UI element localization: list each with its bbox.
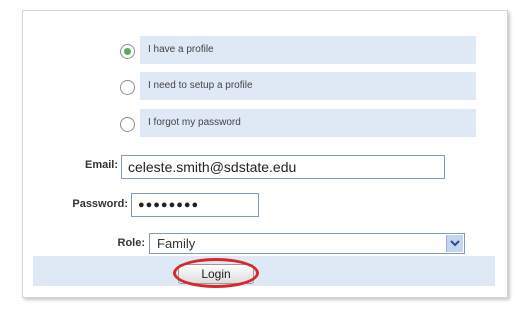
login-button[interactable]: Login (178, 264, 254, 284)
option-label-have-profile: I have a profile (148, 44, 214, 55)
option-row-forgot-password[interactable]: I forgot my password (140, 109, 476, 137)
chevron-down-icon (450, 240, 460, 247)
radio-have-profile[interactable] (120, 44, 135, 59)
role-label: Role: (117, 237, 146, 249)
option-row-setup-profile[interactable]: I need to setup a profile (140, 72, 476, 100)
email-label: Email: (84, 159, 118, 171)
login-panel: I have a profile I need to setup a profi… (22, 10, 508, 298)
radio-setup-profile[interactable] (120, 80, 135, 95)
footer-bar (33, 256, 495, 286)
email-field[interactable] (121, 155, 445, 179)
radio-selected-dot (124, 48, 131, 55)
option-row-have-profile[interactable]: I have a profile (140, 36, 476, 64)
option-label-setup-profile: I need to setup a profile (148, 80, 253, 91)
radio-forgot-password[interactable] (120, 117, 135, 132)
role-selected-value: Family (157, 236, 196, 251)
password-field[interactable] (131, 193, 259, 217)
role-dropdown-button[interactable] (446, 235, 463, 252)
role-select[interactable]: Family (149, 233, 465, 254)
password-label: Password: (72, 198, 128, 210)
option-label-forgot-password: I forgot my password (148, 117, 241, 128)
